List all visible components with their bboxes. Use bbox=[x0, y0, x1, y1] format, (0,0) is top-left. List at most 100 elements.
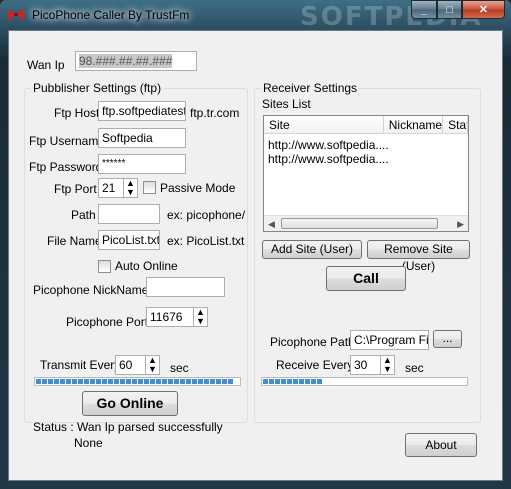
progress-segment bbox=[84, 379, 89, 384]
passive-mode-label: Passive Mode bbox=[160, 181, 236, 195]
status-line2: None bbox=[74, 436, 103, 450]
picophone-path-input[interactable]: C:\Program Files bbox=[350, 330, 429, 350]
file-name-example: ex: PicoList.txt bbox=[167, 234, 245, 248]
progress-segment bbox=[222, 379, 227, 384]
progress-segment bbox=[144, 379, 149, 384]
progress-segment bbox=[287, 379, 292, 384]
ftp-password-label: Ftp Password bbox=[29, 160, 103, 174]
column-header-nickname[interactable]: Nickname bbox=[384, 116, 444, 134]
progress-segment bbox=[54, 379, 59, 384]
file-name-label: File Name bbox=[47, 234, 102, 248]
progress-segment bbox=[48, 379, 53, 384]
progress-segment bbox=[90, 379, 95, 384]
client-area: Wan Ip 98.###.##.##.### Pubblisher Setti… bbox=[8, 30, 503, 481]
nickname-label: Picophone NickName bbox=[33, 283, 149, 297]
progress-segment bbox=[311, 379, 316, 384]
progress-segment bbox=[263, 379, 268, 384]
ftp-username-input[interactable]: Softpedia bbox=[98, 128, 186, 148]
maximize-icon: □ bbox=[446, 3, 453, 16]
sites-list-hscrollbar[interactable]: ◀ ▶ bbox=[264, 215, 468, 231]
receiver-group-title: Receiver Settings bbox=[261, 81, 360, 95]
ftp-port-value: 21 bbox=[102, 181, 116, 195]
scroll-left-icon[interactable]: ◀ bbox=[268, 219, 275, 230]
column-header-stat[interactable]: Stat bbox=[443, 116, 468, 134]
add-site-button[interactable]: Add Site (User) bbox=[262, 240, 362, 259]
progress-segment bbox=[156, 379, 161, 384]
wan-ip-value: 98.###.##.##.### bbox=[79, 54, 173, 68]
ftp-username-label: Ftp Username bbox=[29, 134, 106, 148]
progress-segment bbox=[186, 379, 191, 384]
transmit-progress-bar bbox=[34, 377, 241, 386]
transmit-every-value: 60 bbox=[119, 358, 133, 372]
ftp-port-spinner[interactable]: 21 ▲ ▼ bbox=[98, 178, 138, 198]
progress-segment bbox=[132, 379, 137, 384]
passive-mode-checkbox[interactable] bbox=[143, 181, 156, 194]
receive-progress-bar bbox=[261, 377, 468, 386]
progress-segment bbox=[281, 379, 286, 384]
progress-segment bbox=[72, 379, 77, 384]
ftp-password-input[interactable]: ****** bbox=[98, 154, 186, 174]
transmit-every-spinner[interactable]: 60 ▲ ▼ bbox=[115, 355, 160, 375]
path-input[interactable] bbox=[98, 204, 160, 224]
scroll-thumb[interactable] bbox=[281, 218, 438, 229]
go-online-button[interactable]: Go Online bbox=[82, 391, 178, 416]
progress-segment bbox=[42, 379, 47, 384]
path-example: ex: picophone/ bbox=[167, 208, 246, 222]
auto-online-label: Auto Online bbox=[115, 259, 178, 273]
ftp-host-suffix: ftp.tr.com bbox=[190, 106, 240, 120]
ftp-host-label: Ftp Host bbox=[54, 106, 100, 120]
progress-segment bbox=[228, 379, 233, 384]
auto-online-checkbox[interactable] bbox=[98, 260, 111, 273]
window-title: PicoPhone Caller By TrustFm bbox=[32, 8, 190, 22]
progress-segment bbox=[275, 379, 280, 384]
progress-segment bbox=[126, 379, 131, 384]
nickname-input[interactable] bbox=[146, 277, 225, 297]
progress-segment bbox=[210, 379, 215, 384]
red-bowtie-icon bbox=[8, 9, 24, 21]
spin-arrows-icon[interactable]: ▲ ▼ bbox=[123, 179, 137, 197]
path-label: Path bbox=[71, 208, 96, 222]
minimize-button[interactable]: _ bbox=[411, 0, 437, 19]
maximize-button[interactable]: □ bbox=[437, 0, 462, 19]
progress-segment bbox=[168, 379, 173, 384]
scroll-right-icon[interactable]: ▶ bbox=[457, 219, 464, 230]
progress-segment bbox=[138, 379, 143, 384]
sites-list-header: Site Nickname Stat bbox=[264, 116, 468, 134]
table-row[interactable]: http://www.softpedia.... bbox=[268, 138, 389, 152]
browse-button[interactable]: ... bbox=[433, 330, 462, 348]
title-bar[interactable]: PicoPhone Caller By TrustFm SOFTPEDIA _ … bbox=[0, 0, 511, 32]
file-name-input[interactable]: PicoList.txt bbox=[98, 230, 160, 250]
progress-segment bbox=[305, 379, 310, 384]
spin-arrows-icon[interactable]: ▲ ▼ bbox=[380, 356, 394, 374]
sites-list-label: Sites List bbox=[262, 97, 311, 111]
progress-segment bbox=[150, 379, 155, 384]
receive-unit: sec bbox=[405, 361, 424, 375]
picophone-port-label: Picophone Port bbox=[66, 315, 149, 329]
remove-site-button[interactable]: Remove Site (User) bbox=[367, 240, 470, 273]
about-button[interactable]: About bbox=[405, 433, 477, 457]
close-button[interactable]: ✕ bbox=[462, 0, 505, 19]
receive-every-label: Receive Every bbox=[276, 358, 354, 372]
transmit-unit: sec bbox=[170, 361, 189, 375]
call-button[interactable]: Call bbox=[326, 266, 406, 291]
receive-every-value: 30 bbox=[354, 358, 368, 372]
progress-segment bbox=[317, 379, 322, 384]
publisher-group-title: Pubblisher Settings (ftp) bbox=[31, 81, 164, 95]
receive-every-spinner[interactable]: 30 ▲ ▼ bbox=[350, 355, 395, 375]
progress-segment bbox=[198, 379, 203, 384]
minimize-icon: _ bbox=[420, 3, 428, 16]
progress-segment bbox=[293, 379, 298, 384]
picophone-port-value: 11676 bbox=[150, 310, 183, 324]
table-row[interactable]: http://www.softpedia.... bbox=[268, 152, 389, 166]
ftp-host-input[interactable]: ftp.softpediatest.c bbox=[98, 101, 186, 121]
spin-arrows-icon[interactable]: ▲ ▼ bbox=[145, 356, 159, 374]
column-header-site[interactable]: Site bbox=[264, 116, 384, 134]
progress-segment bbox=[174, 379, 179, 384]
progress-segment bbox=[60, 379, 65, 384]
app-window: PicoPhone Caller By TrustFm SOFTPEDIA _ … bbox=[0, 0, 511, 489]
spin-arrows-icon[interactable]: ▲ ▼ bbox=[193, 308, 207, 326]
wan-ip-field[interactable]: 98.###.##.##.### bbox=[75, 51, 197, 71]
picophone-port-spinner[interactable]: 11676 ▲ ▼ bbox=[146, 307, 208, 327]
sites-listview[interactable]: Site Nickname Stat http://www.softpedia.… bbox=[263, 115, 469, 232]
progress-segment bbox=[299, 379, 304, 384]
